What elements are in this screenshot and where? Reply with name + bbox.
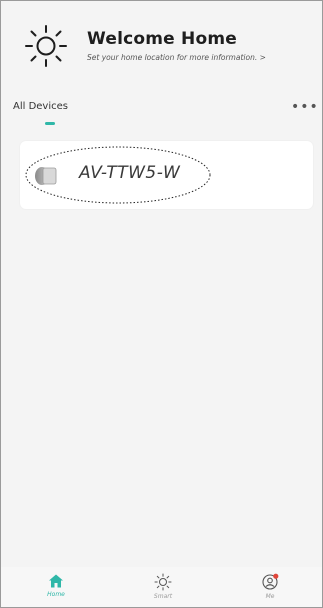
profile-icon (262, 573, 279, 590)
nav-home-label: Home (47, 591, 65, 598)
set-location-link[interactable]: Set your home location for more informat… (87, 53, 266, 62)
bottom-nav: Home Smart Me (1, 567, 322, 607)
nav-smart-label: Smart (153, 593, 173, 600)
device-icon (35, 167, 57, 185)
notification-dot (273, 573, 279, 579)
device-name: AV-TTW5-W (79, 163, 181, 183)
nav-home[interactable]: Home (26, 573, 86, 607)
tab-all-devices[interactable]: All Devices (13, 101, 68, 112)
nav-smart[interactable]: Smart (133, 573, 193, 607)
welcome-header[interactable]: Welcome Home Set your home location for … (23, 23, 313, 73)
nav-me[interactable]: Me (240, 573, 300, 607)
nav-me-label: Me (265, 593, 275, 600)
sun-icon (154, 573, 172, 591)
more-options-button[interactable]: ••• (291, 99, 319, 115)
page-title: Welcome Home (87, 29, 237, 49)
devices-tab-bar: All Devices ••• (1, 97, 322, 129)
sun-icon (25, 25, 67, 67)
home-icon (49, 574, 63, 588)
tab-active-indicator (45, 122, 55, 125)
app-screen: Welcome Home Set your home location for … (1, 1, 322, 607)
device-card[interactable]: AV-TTW5-W (20, 141, 313, 209)
